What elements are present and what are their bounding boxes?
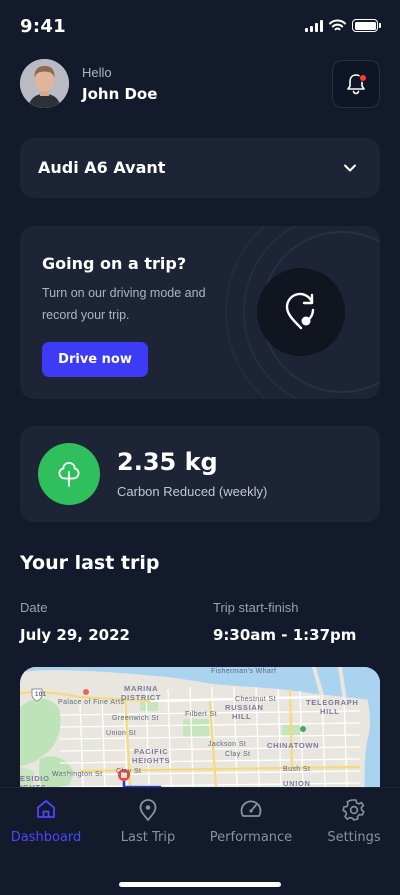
tree-icon	[58, 462, 80, 487]
trip-prompt-description: Turn on our driving mode and record your…	[42, 286, 206, 322]
vehicle-selector[interactable]: Audi A6 Avant	[20, 138, 380, 198]
trip-time-label: Trip start-finish	[213, 600, 299, 615]
map-label: HEIGHTS	[132, 756, 171, 765]
wifi-icon	[329, 19, 346, 31]
carbon-label: Carbon Reduced (weekly)	[117, 484, 268, 499]
trip-prompt-title: Going on a trip?	[42, 254, 187, 273]
status-icons	[305, 19, 381, 32]
map-label: Greenwich St	[112, 715, 159, 722]
map-label: PACIFIC	[134, 747, 169, 756]
map-label: HILL	[320, 707, 340, 716]
tab-performance[interactable]: Performance	[201, 788, 301, 858]
map-label: Fisherman's Wharf	[211, 668, 277, 675]
map-label: DISTRICT	[121, 693, 162, 702]
tab-settings-label: Settings	[327, 830, 381, 845]
date-value: July 29, 2022	[20, 626, 130, 644]
tab-dashboard-label: Dashboard	[10, 830, 82, 845]
map-label: TELEGRAPH	[306, 698, 359, 707]
avatar[interactable]	[20, 59, 69, 108]
trip-time-value: 9:30am - 1:37pm	[213, 626, 357, 644]
date-label: Date	[20, 600, 48, 615]
map-label: Bush St	[283, 766, 311, 773]
home-icon	[37, 800, 55, 818]
carbon-card: 2.35 kg Carbon Reduced (weekly)	[20, 426, 380, 522]
notification-badge	[359, 74, 367, 82]
status-bar: 9:41	[0, 0, 400, 52]
map-label: Clay St	[225, 751, 251, 758]
speedometer-icon	[240, 800, 262, 817]
chevron-down-icon	[344, 164, 356, 172]
map-label: Washington St	[52, 771, 103, 778]
map-label: ESIDIO	[20, 774, 50, 783]
map-label: CHINATOWN	[267, 741, 320, 750]
map-label: MARINA	[124, 684, 159, 693]
status-time: 9:41	[20, 16, 66, 37]
notifications-button[interactable]	[332, 60, 380, 108]
trip-prompt-card: Going on a trip? Turn on our driving mod…	[20, 226, 380, 399]
gear-icon	[342, 799, 365, 821]
eco-badge	[38, 443, 100, 505]
user-name: John Doe	[82, 85, 158, 103]
map-label: RUSSIAN	[225, 703, 264, 712]
highway-shield: 101	[35, 692, 47, 698]
vehicle-name: Audi A6 Avant	[38, 158, 166, 177]
home-indicator	[119, 882, 281, 887]
map-label: Union St	[106, 730, 137, 737]
map-label: Clay St	[116, 768, 142, 775]
map-label: Jackson St	[208, 741, 247, 748]
tab-performance-label: Performance	[209, 830, 293, 845]
drive-now-button[interactable]: Drive now	[42, 342, 148, 377]
route-refresh-icon	[285, 292, 315, 330]
tab-bar: Dashboard Last Trip Performance Settings	[0, 787, 400, 895]
map-label: HILL	[232, 712, 252, 721]
tab-last-trip[interactable]: Last Trip	[98, 788, 198, 858]
tab-dashboard[interactable]: Dashboard	[0, 788, 96, 858]
cellular-signal-icon	[305, 19, 323, 32]
trip-icon-circle	[257, 268, 345, 356]
battery-icon	[352, 19, 381, 32]
map-label: Palace of Fine Arts	[58, 699, 125, 706]
last-trip-title: Your last trip	[20, 552, 160, 574]
location-pin-icon	[139, 799, 157, 821]
tab-last-trip-label: Last Trip	[120, 830, 176, 845]
map-label: Chestnut St	[235, 696, 276, 703]
tab-settings[interactable]: Settings	[304, 788, 400, 858]
greeting-text: Hello	[82, 65, 112, 80]
carbon-value: 2.35 kg	[117, 448, 218, 476]
map-label: Filbert St	[185, 711, 218, 718]
header: Hello John Doe	[20, 59, 380, 109]
